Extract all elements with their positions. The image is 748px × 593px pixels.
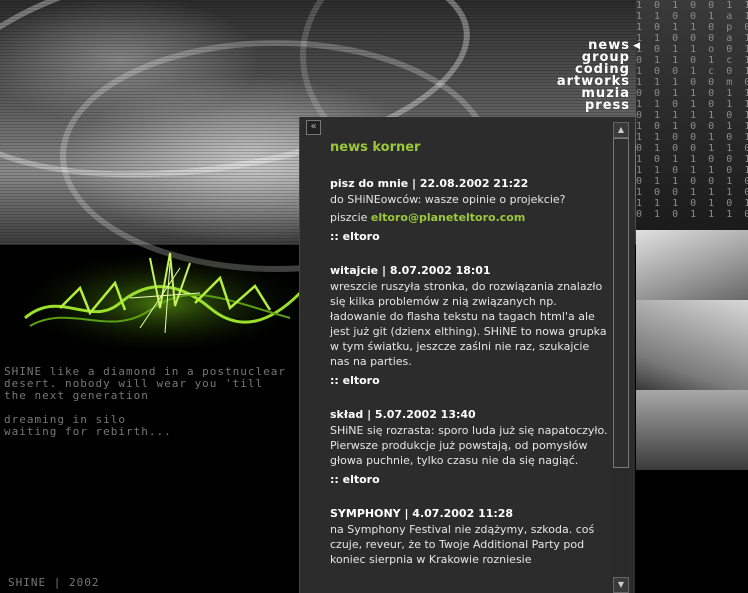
news-entry: SYMPHONY | 4.07.2002 11:28 na Symphony F… [330,506,610,567]
collapse-panel-button[interactable]: « [306,120,321,135]
entry-signature: :: eltoro [330,374,380,387]
scroll-up-button[interactable]: ▲ [613,122,629,138]
entry-signature: :: eltoro [330,473,380,486]
entry-heading: pisz do mnie | 22.08.2002 21:22 [330,177,529,190]
entry-text: piszcie [330,211,371,224]
tagline-line: the next generation [4,389,149,402]
3d-block [636,390,748,470]
tagline-line: waiting for rebirth... [4,425,172,438]
news-title: news korner [330,140,421,155]
tagline-line: desert. nobody will wear you 'till [4,377,264,390]
news-entry: pisz do mnie | 22.08.2002 21:22 do SHiNE… [330,176,610,245]
3d-block [636,300,748,395]
entry-heading: witajcie | 8.07.2002 18:01 [330,264,491,277]
main-nav: ◀ news group coding artworks muzia press [557,39,640,112]
active-arrow-icon: ◀ [633,41,640,51]
entry-text: wreszcie ruszyła stronka, do rozwiązania… [330,280,607,368]
entry-text: SHiNE się rozrasta: sporo luda już się n… [330,424,608,467]
entry-text: piszcie eltoro@planeteltoro.com [330,210,610,225]
footer-copyright: SHINE | 2002 [8,576,100,589]
nav-press[interactable]: press [557,99,630,112]
news-entry: skład | 5.07.2002 13:40 SHiNE się rozras… [330,407,610,488]
entry-heading: skład | 5.07.2002 13:40 [330,408,476,421]
entry-heading: SYMPHONY | 4.07.2002 11:28 [330,507,514,520]
matrix-code: 1 0 1 0 0 1 1 0 1 1 1 0 0 1 a 1 1 0 1 0 … [636,0,748,230]
scrollbar-thumb[interactable] [613,138,629,468]
news-entry: witajcie | 8.07.2002 18:01 wreszcie rusz… [330,263,610,389]
entry-text: na Symphony Festival nie zdążymy, szkoda… [330,523,595,566]
news-content: news korner pisz do mnie | 22.08.2002 21… [330,140,610,579]
email-link[interactable]: eltoro@planeteltoro.com [371,211,525,224]
shine-logo [20,248,302,348]
tagline-line: dreaming in silo [4,413,126,426]
entry-text: do SHiNEowców: wasze opinie o projekcie? [330,193,566,206]
tagline-line: SHINE like a diamond in a postnuclear [4,365,287,378]
scroll-down-button[interactable]: ▼ [613,577,629,593]
entry-signature: :: eltoro [330,230,380,243]
page: 1 0 1 0 0 1 1 0 1 1 1 0 0 1 a 1 1 0 1 0 … [0,0,748,593]
